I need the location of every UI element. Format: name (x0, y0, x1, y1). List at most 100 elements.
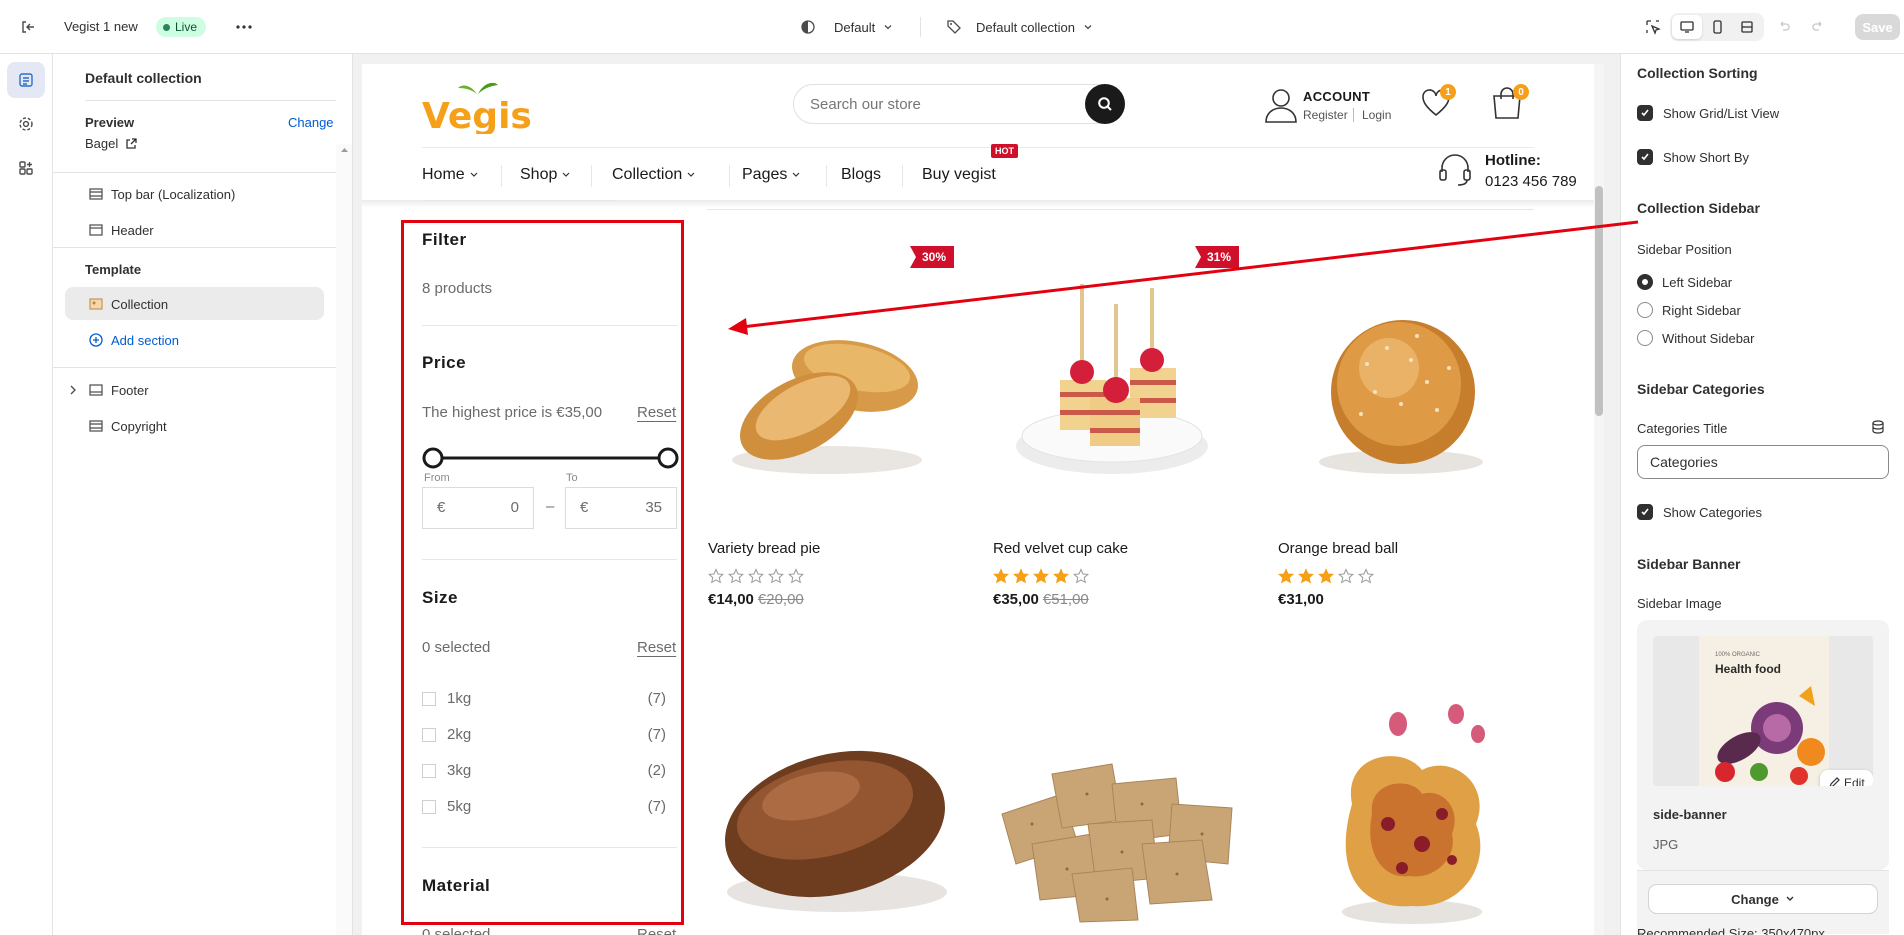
product-name[interactable]: Red velvet cup cake (993, 540, 1128, 557)
material-reset-link[interactable]: Reset (637, 926, 676, 935)
wishlist-icon[interactable]: 1 (1420, 84, 1456, 119)
exit-icon[interactable] (16, 15, 40, 39)
chevron-down-icon (1786, 896, 1794, 901)
without-sidebar-radio[interactable]: Without Sidebar (1637, 329, 1755, 347)
star-empty-icon (748, 568, 764, 584)
sidebar-categories-heading: Sidebar Categories (1637, 381, 1765, 397)
nav-home[interactable]: Home (422, 164, 478, 186)
save-button[interactable]: Save (1855, 14, 1900, 40)
section-header[interactable]: Header (89, 220, 154, 240)
compare-price: €20,00 (757, 591, 804, 608)
section-footer[interactable]: Footer (89, 380, 149, 400)
product-image-variety-bread-pie[interactable] (707, 264, 947, 524)
wishlist-count-badge: 1 (1440, 84, 1456, 100)
product-image-brown-bread-loaf[interactable] (707, 714, 957, 935)
search-placeholder: Search our store (810, 96, 921, 113)
nav-buy-vegist[interactable]: Buy vegist (922, 164, 996, 186)
fullscreen-view-icon[interactable] (1732, 15, 1762, 39)
nav-collection[interactable]: Collection (612, 164, 695, 186)
more-actions-icon[interactable] (232, 15, 256, 39)
show-sort-by-checkbox[interactable]: Show Short By (1637, 148, 1749, 166)
scroll-thumb[interactable] (1595, 186, 1603, 416)
radio-icon[interactable] (1637, 330, 1653, 346)
collection-icon (89, 298, 103, 310)
section-label: Copyright (111, 418, 167, 434)
hotline-label: Hotline: (1485, 152, 1541, 169)
show-grid-list-checkbox[interactable]: Show Grid/List View (1637, 104, 1779, 122)
store-search[interactable]: Search our store (793, 84, 1125, 124)
file-name: side-banner (1653, 807, 1727, 822)
radio-icon[interactable] (1637, 302, 1653, 318)
variant-dropdown[interactable]: Default (800, 15, 893, 39)
preview-scrollbar[interactable] (1594, 64, 1604, 935)
login-link[interactable]: Login (1362, 108, 1391, 122)
dynamic-source-icon[interactable] (1871, 420, 1885, 434)
search-icon[interactable] (1085, 84, 1125, 124)
redo-icon[interactable] (1806, 15, 1830, 39)
logo-text: Vegist (422, 96, 532, 134)
left-sidebar-radio[interactable]: Left Sidebar (1637, 273, 1732, 291)
star-filled-icon (1278, 568, 1294, 584)
product-name[interactable]: Orange bread ball (1278, 540, 1398, 557)
discount-badge: 30% (910, 246, 955, 268)
product-name[interactable]: Variety bread pie (708, 540, 820, 557)
template-tag-icon (947, 20, 961, 34)
radio-selected-icon[interactable] (1637, 274, 1653, 290)
undo-icon[interactable] (1772, 15, 1796, 39)
edit-image-button[interactable]: Edit (1820, 770, 1873, 786)
preview-canvas: Vegist Search our store ACCOUNT Register… (362, 64, 1594, 935)
device-switcher (1670, 13, 1764, 41)
theme-name: Vegist 1 new (64, 19, 138, 34)
product-image-red-velvet-cup-cake[interactable] (992, 264, 1232, 524)
product-image-orange-bread-ball[interactable] (1277, 264, 1517, 524)
compare-price: €51,00 (1042, 591, 1089, 608)
nav-blogs[interactable]: Blogs (841, 164, 881, 186)
inspector-icon[interactable] (1641, 15, 1665, 39)
chevron-down-icon (792, 172, 800, 177)
sections-icon[interactable] (7, 62, 45, 98)
star-empty-icon (708, 568, 724, 584)
edit-label: Edit (1844, 776, 1865, 786)
sticky-header-shadow (362, 200, 1594, 208)
add-section-label: Add section (111, 332, 179, 348)
divider (53, 367, 336, 368)
settings-gear-icon[interactable] (7, 106, 45, 142)
section-top-bar[interactable]: Top bar (Localization) (89, 184, 235, 204)
nav-shop[interactable]: Shop (520, 164, 570, 186)
mobile-view-icon[interactable] (1702, 15, 1732, 39)
product-image-fruit-pastry[interactable] (1292, 684, 1522, 934)
cart-icon[interactable]: 0 (1491, 84, 1529, 120)
chevron-down-icon (687, 172, 695, 177)
categories-title-input[interactable]: Categories (1637, 445, 1889, 479)
material-selected-count: 0 selected (422, 926, 491, 935)
sidebar-scrollbar[interactable] (336, 144, 352, 935)
register-link[interactable]: Register (1303, 108, 1354, 122)
preview-change-link[interactable]: Change (288, 115, 334, 130)
add-section-button[interactable]: Add section (89, 330, 179, 350)
checkmark-icon[interactable] (1637, 504, 1653, 520)
section-collection[interactable]: Collection (89, 294, 168, 314)
user-icon (1265, 89, 1297, 123)
show-categories-checkbox[interactable]: Show Categories (1637, 503, 1762, 521)
checkmark-icon[interactable] (1637, 105, 1653, 121)
divider (85, 100, 336, 101)
nav-pages[interactable]: Pages (742, 164, 800, 186)
star-filled-icon (1053, 568, 1069, 584)
checkmark-icon[interactable] (1637, 149, 1653, 165)
apps-icon[interactable] (7, 150, 45, 186)
chevron-down-icon (884, 25, 892, 30)
expand-chevron-icon[interactable] (69, 385, 77, 395)
section-copyright[interactable]: Copyright (89, 416, 167, 436)
change-image-button[interactable]: Change (1649, 885, 1877, 913)
checkbox-label: Show Grid/List View (1663, 105, 1780, 121)
preview-item[interactable]: Bagel (85, 136, 137, 151)
image-preview[interactable]: 100% ORGANIC Health food Edit (1653, 636, 1873, 786)
topbar-divider (920, 17, 921, 37)
template-dropdown[interactable]: Default collection (946, 15, 1093, 39)
product-image-crackers[interactable] (992, 724, 1252, 924)
star-empty-icon (788, 568, 804, 584)
right-sidebar-radio[interactable]: Right Sidebar (1637, 301, 1741, 319)
store-logo[interactable]: Vegist (422, 78, 532, 134)
desktop-view-icon[interactable] (1672, 15, 1702, 39)
star-empty-icon (768, 568, 784, 584)
